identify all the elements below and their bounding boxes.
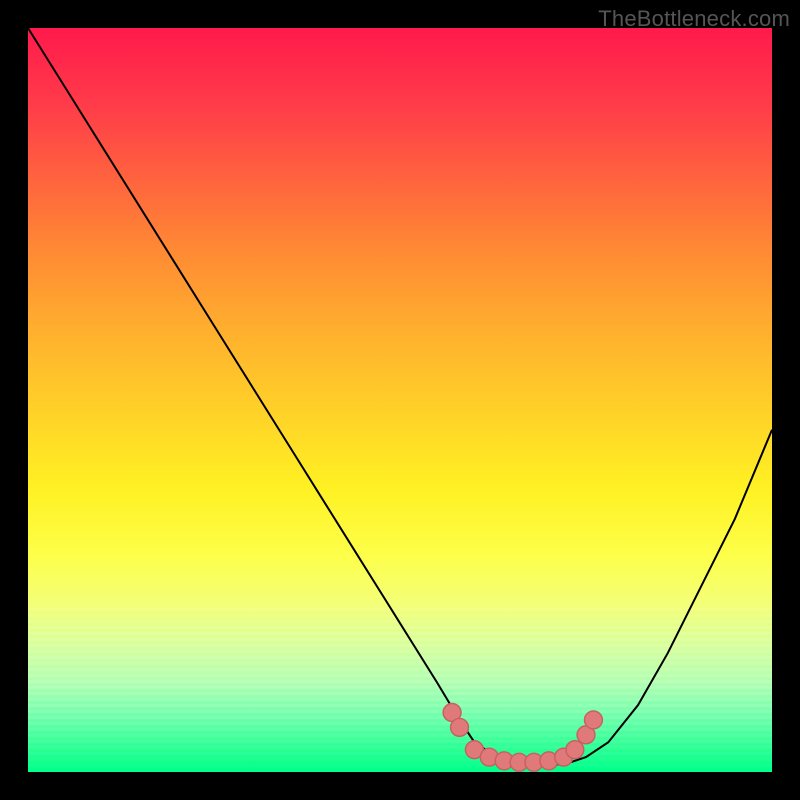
marker-dot-11	[585, 711, 603, 729]
marker-layer	[443, 704, 602, 772]
bottleneck-curve-path	[28, 28, 772, 765]
marker-dot-9	[566, 741, 584, 759]
plot-area	[28, 28, 772, 772]
chart-stage: TheBottleneck.com	[0, 0, 800, 800]
marker-dot-1	[451, 718, 469, 736]
curve-svg	[28, 28, 772, 772]
